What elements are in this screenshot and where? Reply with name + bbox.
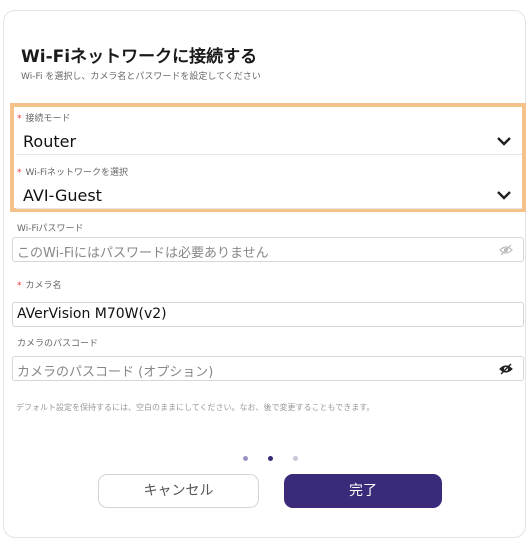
cancel-button[interactable]: キャンセル (98, 474, 259, 508)
pagination-dot (268, 456, 273, 461)
eye-icon[interactable] (499, 244, 513, 256)
wifi-network-label: * Wi-Fiネットワークを選択 (17, 168, 128, 178)
camera-name-field[interactable]: AVerVision M70W(v2) (12, 302, 524, 327)
pagination-dot (243, 456, 248, 461)
camera-name-label: * カメラ名 (17, 281, 62, 291)
dialog-title: Wi-Fiネットワークに接続する (21, 47, 258, 67)
dialog-subtitle: Wi-Fi を選択し、カメラ名とパスワードを設定してください (21, 72, 261, 82)
camera-passcode-field[interactable]: カメラのパスコード (オプション) (12, 356, 524, 381)
connection-mode-label: * 接続モード (17, 114, 71, 124)
camera-passcode-placeholder: カメラのパスコード (オプション) (17, 365, 214, 380)
helper-text: デフォルト設定を保持するには、空白のままにしてください。なお、後で変更することも… (16, 403, 375, 412)
eye-icon[interactable] (499, 363, 513, 375)
wifi-network-value: AVI-Guest (23, 186, 102, 205)
required-mark: * (17, 281, 22, 291)
required-mark: * (17, 168, 22, 178)
wifi-password-placeholder: このWi-Fiにはパスワードは必要ありません (17, 246, 269, 261)
camera-name-value: AVerVision M70W(v2) (17, 306, 167, 322)
wifi-network-select[interactable]: AVI-Guest (16, 182, 522, 209)
wifi-password-label: Wi-Fiパスワード (17, 224, 84, 234)
wifi-password-field[interactable]: このWi-Fiにはパスワードは必要ありません (12, 237, 524, 262)
chevron-down-icon (497, 137, 511, 146)
camera-passcode-label: カメラのパスコード (17, 339, 99, 349)
done-button[interactable]: 完了 (284, 474, 442, 508)
pagination-dots (240, 456, 300, 464)
connection-mode-value: Router (23, 132, 77, 151)
required-mark: * (17, 114, 22, 124)
chevron-down-icon (497, 191, 511, 200)
connection-mode-select[interactable]: Router (16, 128, 522, 155)
pagination-dot (293, 456, 298, 461)
